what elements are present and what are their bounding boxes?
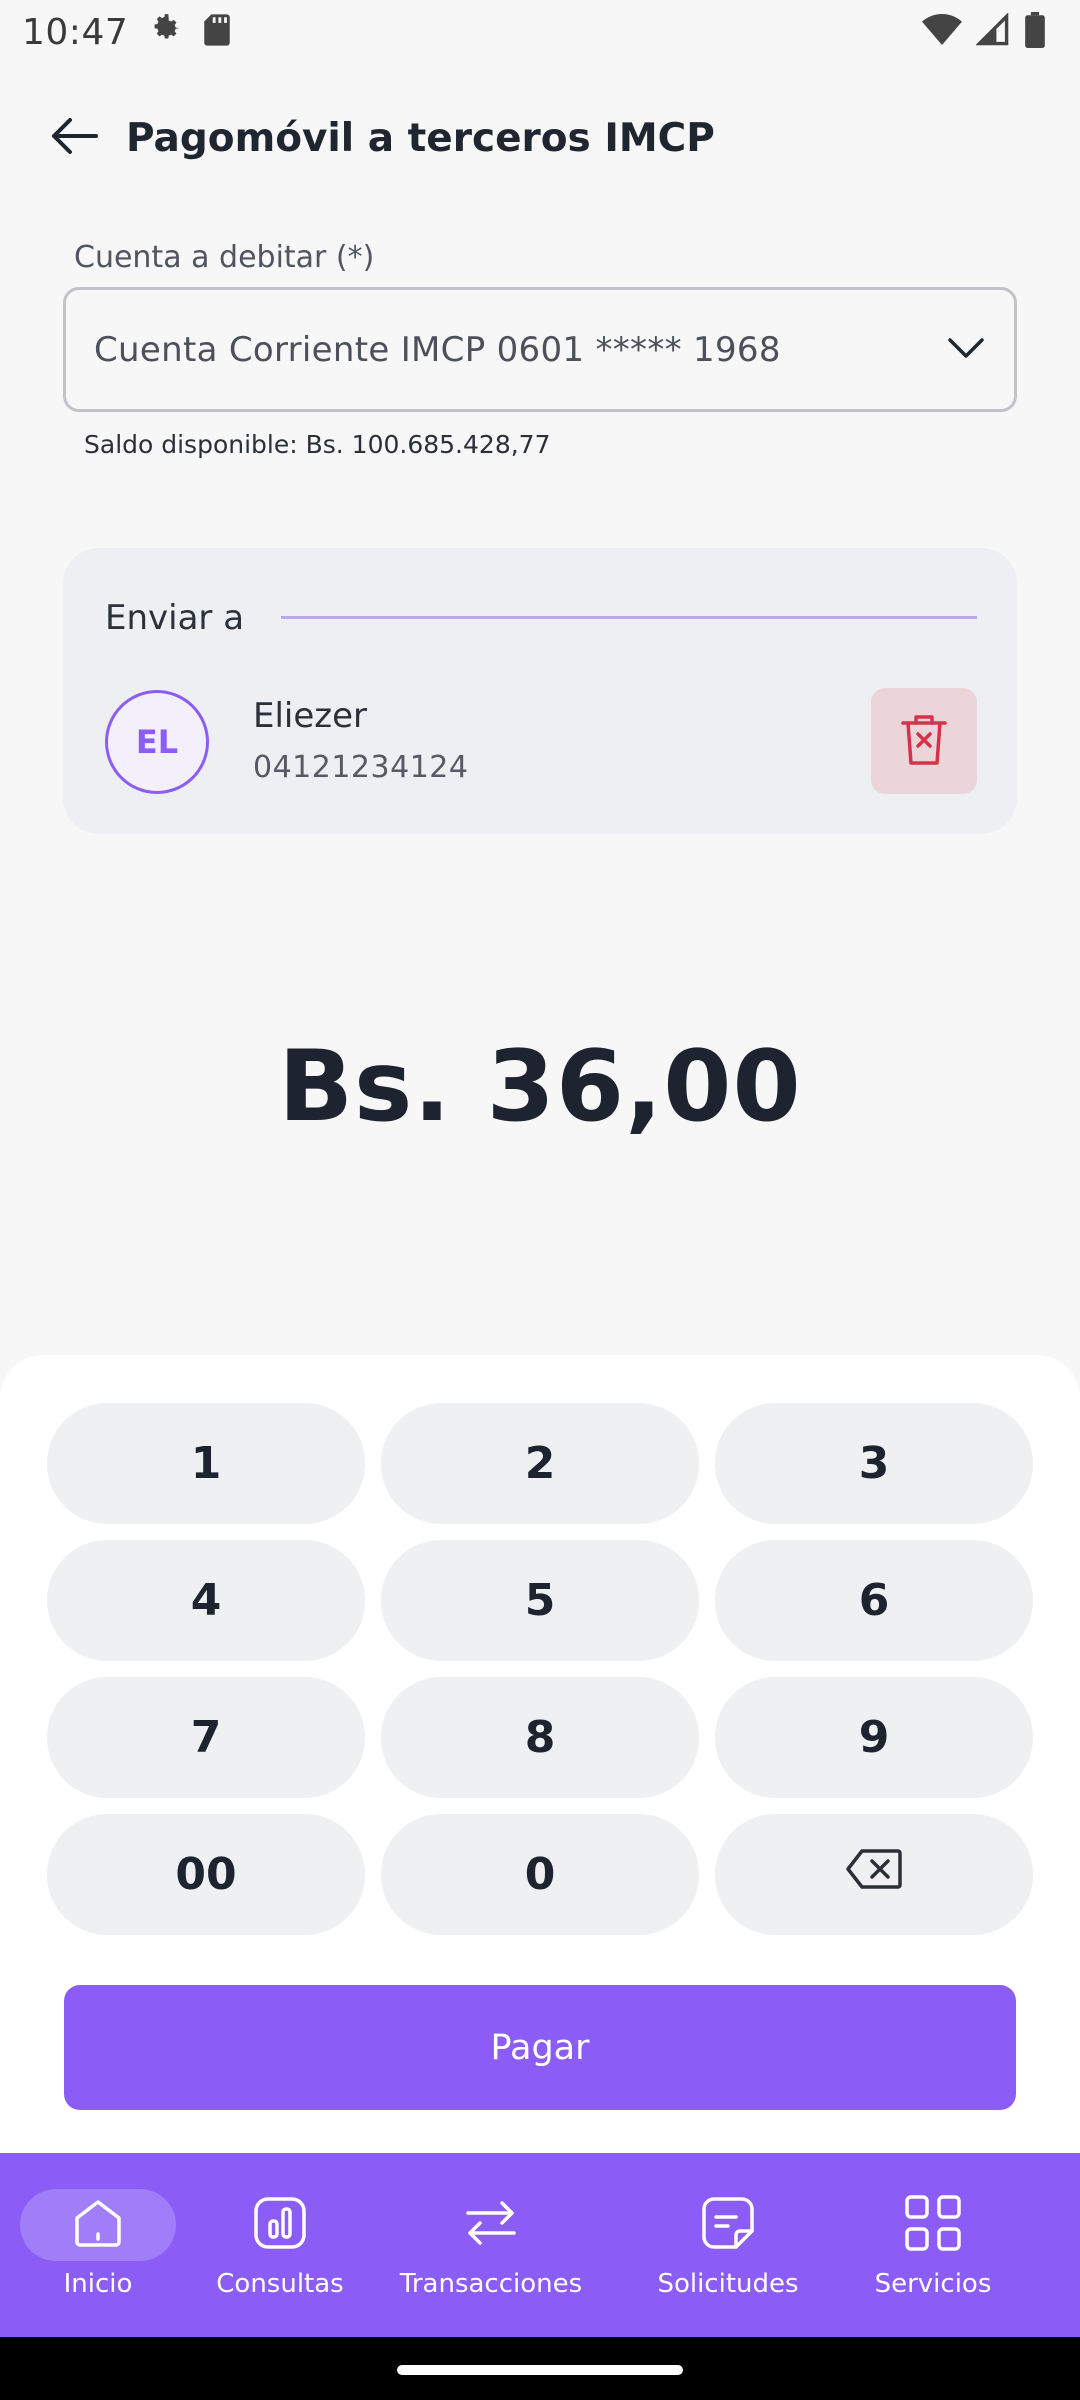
nav-label-servicios: Servicios: [874, 2269, 992, 2299]
signal-icon: [975, 12, 1010, 51]
nav-icon-highlight: [20, 2189, 176, 2261]
sd-card-icon: [202, 13, 232, 51]
recipient-name: Eliezer: [253, 696, 368, 736]
account-select[interactable]: Cuenta Corriente IMCP 0601 ***** 1968: [63, 287, 1017, 412]
key-5[interactable]: 5: [381, 1540, 699, 1661]
status-icons-left: [146, 11, 232, 53]
delete-recipient-button[interactable]: [871, 688, 977, 794]
avatar: EL: [105, 690, 209, 794]
page-title: Pagomóvil a terceros IMCP: [126, 115, 715, 161]
key-0[interactable]: 0: [381, 1814, 699, 1935]
nav-item-inicio[interactable]: Inicio: [0, 2153, 196, 2337]
key-2[interactable]: 2: [381, 1403, 699, 1524]
nav-label-transacciones: Transacciones: [399, 2269, 583, 2299]
recipient-phone: 04121234124: [253, 750, 469, 785]
nav-item-transacciones[interactable]: Transacciones: [364, 2153, 618, 2337]
status-icons-right: [922, 12, 1058, 52]
nav-label-inicio: Inicio: [63, 2269, 133, 2299]
account-field-label: Cuenta a debitar (*): [74, 240, 375, 275]
key-8[interactable]: 8: [381, 1677, 699, 1798]
nav-item-servicios[interactable]: Servicios: [838, 2153, 1028, 2337]
settings-icon: [146, 11, 184, 53]
arrow-left-icon: [48, 116, 100, 160]
send-to-label: Enviar a: [105, 598, 245, 638]
keypad: 1 2 3 4 5 6 7 8 9 00 0: [47, 1403, 1033, 1935]
nav-icon-wrap: [202, 2189, 358, 2261]
nav-icon-wrap: [413, 2189, 569, 2261]
status-bar: 10:47: [0, 0, 1080, 64]
wifi-icon: [922, 13, 962, 51]
bottom-nav: Inicio Consultas Transacciones Solicitud…: [0, 2153, 1080, 2337]
battery-icon: [1024, 12, 1046, 52]
key-3[interactable]: 3: [715, 1403, 1033, 1524]
key-4[interactable]: 4: [47, 1540, 365, 1661]
trash-icon: [899, 711, 949, 771]
back-button[interactable]: [32, 96, 116, 180]
recipient-card: Enviar a EL Eliezer 04121234124: [63, 548, 1017, 834]
nav-item-consultas[interactable]: Consultas: [196, 2153, 364, 2337]
backspace-key[interactable]: [715, 1814, 1033, 1935]
gesture-area: [0, 2337, 1080, 2400]
keypad-sheet: 1 2 3 4 5 6 7 8 9 00 0 Pagar: [0, 1355, 1080, 2155]
key-7[interactable]: 7: [47, 1677, 365, 1798]
chart-icon: [252, 2195, 308, 2255]
amount-display: Bs. 36,00: [278, 1030, 802, 1144]
key-9[interactable]: 9: [715, 1677, 1033, 1798]
home-gesture-handle[interactable]: [397, 2365, 683, 2375]
pay-button[interactable]: Pagar: [64, 1985, 1016, 2110]
account-select-value: Cuenta Corriente IMCP 0601 ***** 1968: [94, 329, 781, 370]
home-icon: [71, 2196, 125, 2254]
nav-item-solicitudes[interactable]: Solicitudes: [618, 2153, 838, 2337]
avatar-initials: EL: [135, 723, 179, 761]
nav-label-consultas: Consultas: [216, 2269, 344, 2299]
nav-icon-wrap: [650, 2189, 806, 2261]
key-6[interactable]: 6: [715, 1540, 1033, 1661]
app-header: Pagomóvil a terceros IMCP: [0, 96, 1080, 180]
available-balance: Saldo disponible: Bs. 100.685.428,77: [84, 430, 551, 459]
send-to-divider: [281, 616, 977, 619]
document-icon: [700, 2195, 756, 2255]
key-00[interactable]: 00: [47, 1814, 365, 1935]
backspace-icon: [845, 1848, 903, 1901]
nav-icon-wrap: [855, 2189, 1011, 2261]
grid-icon: [904, 2194, 962, 2256]
transfer-icon: [462, 2197, 520, 2253]
chevron-down-icon: [946, 336, 986, 364]
key-1[interactable]: 1: [47, 1403, 365, 1524]
nav-label-solicitudes: Solicitudes: [657, 2269, 799, 2299]
status-time: 10:47: [22, 11, 129, 53]
